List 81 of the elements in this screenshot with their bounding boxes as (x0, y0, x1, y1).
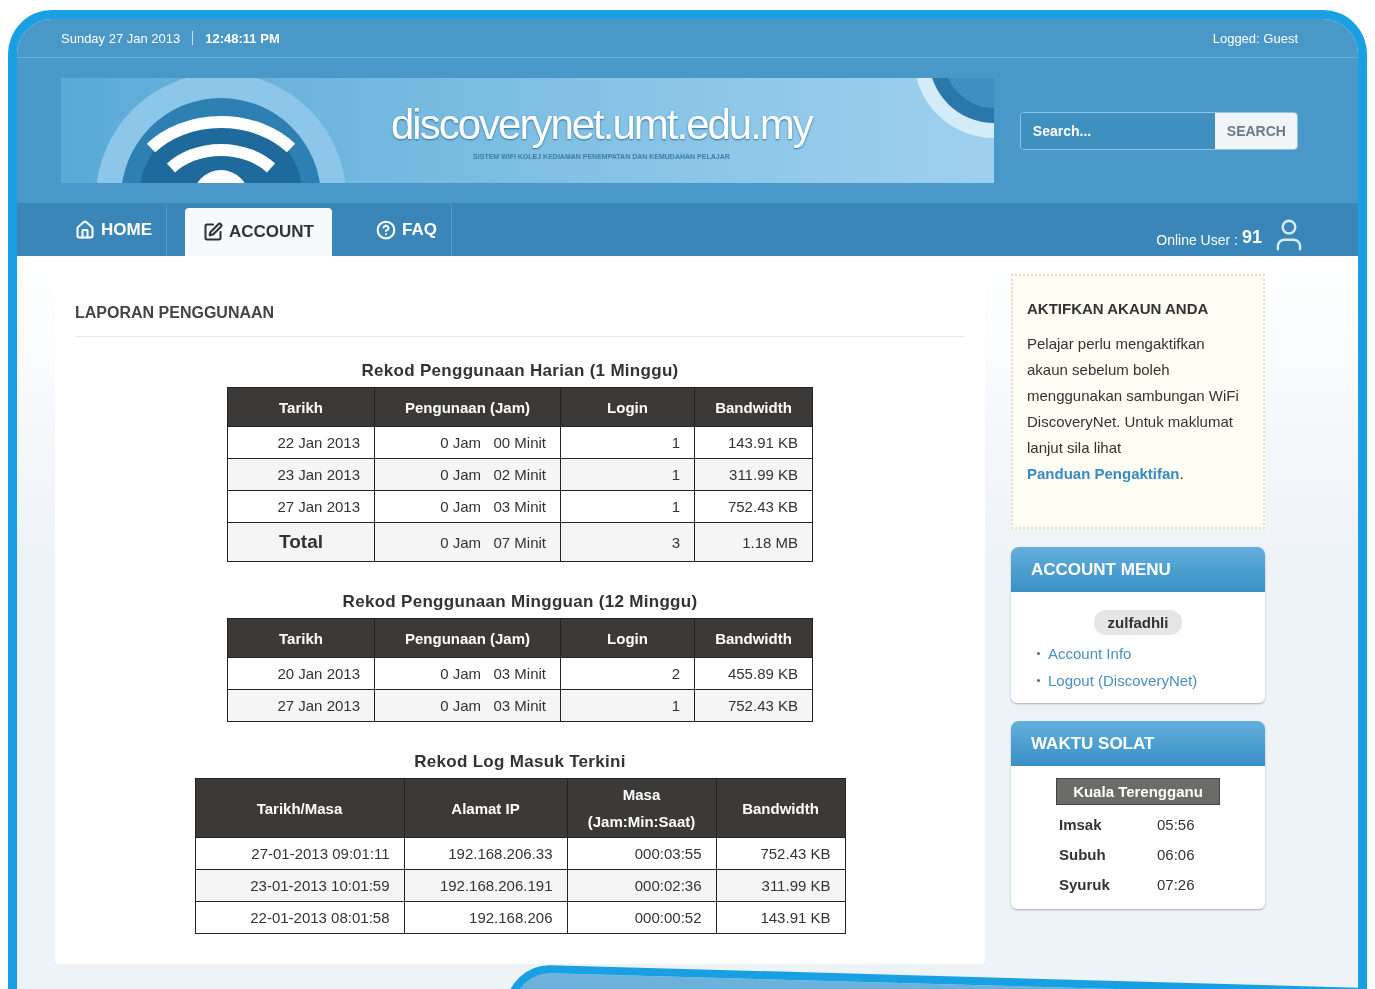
table-cell: 2 (560, 657, 695, 690)
notice-title: AKTIFKAN AKAUN ANDA (1027, 300, 1210, 317)
search-field[interactable]: Search... (1020, 112, 1215, 149)
table-cell: 143.91 KB (694, 426, 813, 459)
column-header: Pengunaan (Jam) (374, 618, 561, 658)
column-header: Pengunaan (Jam) (374, 387, 561, 427)
time-text: 12:48:11 PM (205, 30, 280, 46)
table-cell: 192.168.206.33 (404, 837, 567, 870)
table-cell: 143.91 KB (716, 901, 845, 934)
table-cell: 000:02:36 (567, 869, 716, 902)
table-cell: 752.43 KB (694, 490, 813, 523)
help-icon (376, 219, 396, 240)
table-cell: 27 Jan 2013 (227, 689, 375, 722)
table-cell: 0 Jam 07 Minit (374, 522, 561, 562)
table-cell: 192.168.206 (404, 901, 567, 934)
table-cell: 1 (560, 689, 695, 722)
table-cell: 0 Jam 03 Minit (374, 657, 561, 690)
table-cell: 0 Jam 03 Minit (374, 490, 561, 523)
table-cell: 000:03:55 (567, 837, 716, 870)
table-cell: 752.43 KB (694, 689, 813, 722)
column-header: Bandwidth (694, 387, 813, 427)
table-cell: 0 Jam 00 Minit (374, 426, 561, 459)
bullet-icon (1037, 652, 1040, 655)
menu-link[interactable]: Account Info (1048, 645, 1132, 662)
table-cell: 0 Jam 03 Minit (374, 689, 561, 722)
table-cell: 1 (560, 458, 695, 491)
username-badge: zulfadhli (1093, 610, 1183, 635)
column-header: Alamat IP (404, 778, 567, 838)
table-cell: 3 (560, 522, 695, 562)
table-cell: 27 Jan 2013 (227, 490, 375, 523)
table-cell: 23-01-2013 10:01:59 (195, 869, 404, 902)
nav-tab[interactable]: ACCOUNT (185, 208, 332, 256)
bullet-icon (1037, 679, 1040, 682)
prayer-time: 07:26 (1157, 875, 1196, 893)
prayer-name: Subuh (1059, 845, 1107, 863)
table-cell: 0 Jam 02 Minit (374, 458, 561, 491)
table-cell: 1 (560, 426, 695, 459)
table-cell: 23 Jan 2013 (227, 458, 375, 491)
login-status: Logged: Guest (1212, 30, 1298, 46)
online-count: 91 (1241, 227, 1262, 248)
total-label: Total (227, 522, 375, 562)
prayer-name: Syuruk (1059, 875, 1111, 893)
prayer-time: 05:56 (1157, 815, 1196, 833)
table-cell: 1.18 MB (694, 522, 813, 562)
table-title: Rekod Penggunaan Mingguan (12 Minggu) (342, 592, 698, 612)
section-title: LAPORAN PENGGUNAAN (75, 288, 965, 337)
table-cell: 20 Jan 2013 (227, 657, 375, 690)
table-cell: 22-01-2013 08:01:58 (195, 901, 404, 934)
table-cell: 000:00:52 (567, 901, 716, 934)
prayer-time: 06:06 (1157, 845, 1196, 863)
location-label: Kuala Terengganu (1056, 778, 1220, 805)
column-header: Login (560, 618, 695, 658)
table-cell: 311.99 KB (694, 458, 813, 491)
prayer-name: Imsak (1059, 815, 1103, 833)
table-cell: 311.99 KB (716, 869, 845, 902)
table-cell: 192.168.206.191 (404, 869, 567, 902)
column-header: Masa (Jam:Min:Saat) (567, 778, 716, 838)
date-text: Sunday 27 Jan 2013 (61, 30, 181, 46)
column-header: Bandwidth (716, 778, 845, 838)
edit-icon (203, 222, 223, 242)
panel-header: ACCOUNT MENU (1011, 547, 1265, 592)
column-header: Tarikh/Masa (195, 778, 404, 838)
table-cell: 455.89 KB (694, 657, 813, 690)
column-header: Login (560, 387, 695, 427)
column-header: Bandwidth (694, 618, 813, 658)
guide-link[interactable]: Panduan Pengaktifan (1027, 465, 1180, 482)
online-label: Online User : (1156, 232, 1238, 248)
table-title: Rekod Log Masuk Terkini (414, 752, 626, 772)
table-cell: 1 (560, 490, 695, 523)
table-cell: 752.43 KB (716, 837, 845, 870)
site-title: discoverynet.umt.edu.my (391, 101, 812, 149)
panel-header: WAKTU SOLAT (1011, 721, 1265, 766)
menu-link[interactable]: Logout (DiscoveryNet) (1048, 672, 1198, 689)
table-title: Rekod Penggunaan Harian (1 Minggu) (361, 361, 679, 381)
column-header: Tarikh (227, 618, 375, 658)
search-button[interactable]: SEARCH (1214, 112, 1297, 149)
table-cell: 22 Jan 2013 (227, 426, 375, 459)
notice-text: Pelajar perlu mengaktifkan akaun sebelum boleh menggunakan sambungan WiFi DiscoveryNet. Untuk maklumat lanjut sila lihat Panduan Pengaktifan. (1027, 334, 1240, 484)
home-icon (75, 219, 95, 240)
table-cell: 27-01-2013 09:01:11 (195, 837, 404, 870)
column-header: Tarikh (227, 387, 375, 427)
